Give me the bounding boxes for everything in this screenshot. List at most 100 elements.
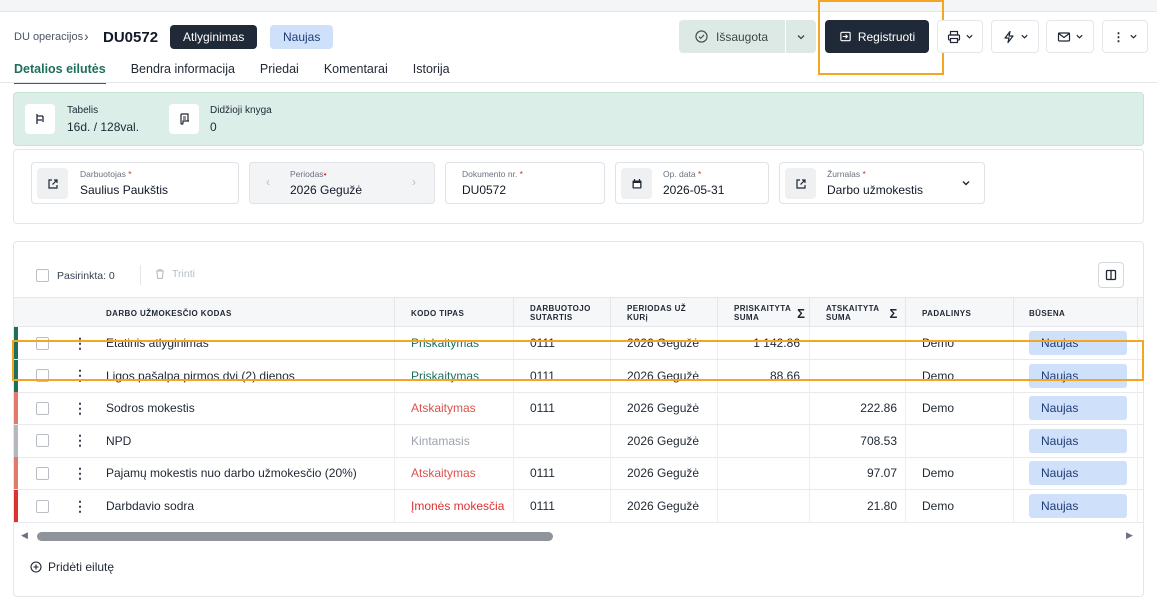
- status-badge[interactable]: Naujas: [1029, 494, 1127, 518]
- row-checkbox[interactable]: [36, 401, 49, 415]
- row-type-indicator: [14, 359, 18, 392]
- row-checkbox[interactable]: [36, 466, 49, 480]
- row-checkbox[interactable]: [36, 434, 49, 448]
- cell-divider: [1137, 359, 1138, 392]
- cell-divider: [905, 457, 906, 490]
- tab-history[interactable]: Istorija: [413, 62, 450, 84]
- cell-deducted: [812, 327, 897, 359]
- cell-unit: Demo: [922, 368, 955, 383]
- row-menu-icon[interactable]: ⋮: [73, 392, 87, 424]
- cell-divider: [394, 490, 395, 522]
- register-button[interactable]: Registruoti: [825, 20, 929, 53]
- actions-button[interactable]: [991, 20, 1039, 53]
- journal-field[interactable]: Žurnalas * Darbo užmokestis: [779, 162, 985, 204]
- cell-divider: [1013, 457, 1014, 490]
- cell-divider: [610, 424, 611, 457]
- status-badge[interactable]: Naujas: [1029, 331, 1127, 355]
- tabs-divider: [0, 82, 1157, 83]
- status-badge[interactable]: Naujas: [1029, 396, 1127, 421]
- tab-attachments[interactable]: Priedai: [260, 62, 299, 84]
- cell-divider: [513, 359, 514, 392]
- breadcrumb[interactable]: DU operacijos: [14, 31, 83, 43]
- cell-code-type: Kintamasis: [411, 433, 470, 448]
- cell-divider: [394, 359, 395, 392]
- cell-divider: [905, 392, 906, 425]
- scroll-right-icon[interactable]: ▶: [1126, 530, 1133, 541]
- external-link-icon[interactable]: [785, 168, 816, 199]
- docnr-value: DU0572: [462, 183, 507, 197]
- selected-count: Pasirinkta: 0: [57, 269, 115, 282]
- cell-divider: [610, 457, 611, 490]
- journal-label: Žurnalas *: [827, 169, 866, 179]
- more-button[interactable]: ⋮: [1102, 20, 1148, 53]
- docnr-field[interactable]: Dokumento nr. * DU0572: [445, 162, 605, 204]
- tab-comments[interactable]: Komentarai: [324, 62, 388, 84]
- status-badge[interactable]: Naujas: [1029, 461, 1127, 486]
- row-checkbox[interactable]: [36, 336, 49, 350]
- row-checkbox[interactable]: [36, 369, 49, 383]
- col-period[interactable]: PERIODAS UŽ KURį: [627, 298, 686, 328]
- row-menu-icon[interactable]: ⋮: [73, 490, 87, 522]
- status-badge[interactable]: Naujas: [1029, 428, 1127, 453]
- journal-value: Darbo užmokestis: [827, 183, 924, 197]
- row-menu-icon[interactable]: ⋮: [73, 360, 87, 392]
- columns-button[interactable]: [1098, 262, 1124, 288]
- row-menu-icon[interactable]: ⋮: [73, 327, 87, 359]
- cell-unit: Demo: [922, 499, 955, 513]
- chevron-down-icon[interactable]: [961, 178, 971, 188]
- col-unit[interactable]: PADALINYS: [922, 298, 971, 328]
- print-button[interactable]: [937, 20, 983, 53]
- col-status[interactable]: BŪSENA: [1029, 298, 1065, 328]
- row-checkbox-cell: [36, 490, 49, 522]
- table-row[interactable]: ⋮ Pajamų mokestis nuo darbo užmokesčio (2…: [14, 457, 1143, 491]
- table-row[interactable]: ⋮ Ligos pašalpa pirmos dvi (2) dienos Pris…: [14, 359, 1143, 393]
- col-code-type[interactable]: KODO TIPAS: [411, 298, 464, 328]
- cell-code-type: Priskaitymas: [411, 336, 480, 350]
- saved-button[interactable]: Išsaugota: [679, 20, 785, 53]
- table-row[interactable]: ⋮ NPD Kintamasis 2026 Gegužė 708.53 Naujas: [14, 424, 1143, 458]
- col-accrued[interactable]: PRISKAITYTA SUMA Σ: [734, 298, 805, 328]
- status-badge[interactable]: Naujas: [1029, 363, 1127, 388]
- table-row[interactable]: ⋮ Darbdavio sodra Įmonės mokesčia 0111 2026 …: [14, 490, 1143, 523]
- select-all-checkbox[interactable]: [36, 269, 49, 282]
- cell-status: Naujas: [1029, 360, 1127, 392]
- cell-divider: [905, 327, 906, 359]
- period-prev-icon[interactable]: ‹: [266, 175, 270, 189]
- email-button[interactable]: [1046, 20, 1094, 53]
- table-row[interactable]: ⋮ Sodros mokestis Atskaitymas 0111 2026 Gegu…: [14, 392, 1143, 426]
- printer-icon: [947, 30, 960, 43]
- register-label: Registruoti: [857, 29, 916, 44]
- table-row[interactable]: ⋮ Etatinis atlyginimas Priskaitymas 0111 202…: [14, 327, 1143, 360]
- cell-accrued: [720, 490, 800, 522]
- col-contract[interactable]: DARBUOTOJO SUTARTIS: [530, 298, 591, 328]
- external-link-icon[interactable]: [37, 168, 68, 199]
- opdate-field[interactable]: Op. data * 2026-05-31: [615, 162, 769, 204]
- delete-label: Trinti: [172, 268, 195, 280]
- tab-general[interactable]: Bendra informacija: [131, 62, 235, 84]
- trash-icon: [156, 269, 164, 280]
- col-deducted[interactable]: ATSKAITYTA SUMA Σ: [826, 298, 898, 328]
- saved-dropdown[interactable]: [786, 20, 816, 53]
- tab-details[interactable]: Detalios eilutės: [14, 62, 106, 84]
- period-field[interactable]: ‹ Periodas• 2026 Gegužė ›: [249, 162, 435, 204]
- add-row-button[interactable]: Pridėti eilutę: [30, 560, 114, 574]
- row-menu-icon[interactable]: ⋮: [73, 425, 87, 457]
- scroll-left-icon[interactable]: ◀: [21, 530, 28, 541]
- employee-field[interactable]: Darbuotojas * Saulius Paukštis: [31, 162, 239, 204]
- chevron-down-icon: [1075, 34, 1083, 39]
- sum-icon: Σ: [889, 305, 898, 321]
- row-menu-icon[interactable]: ⋮: [73, 457, 87, 489]
- calendar-icon[interactable]: [621, 168, 652, 199]
- horizontal-scrollbar[interactable]: ◀ ▶: [14, 529, 1143, 543]
- col-code[interactable]: DARBO UŽMOKESČIO KODAS: [106, 298, 232, 328]
- cell-divider: [717, 392, 718, 425]
- document-page: DU operacijos › DU0572 Atlyginimas Nauja…: [0, 0, 1157, 597]
- period-next-icon[interactable]: ›: [412, 175, 416, 189]
- register-icon: [840, 31, 851, 42]
- row-checkbox[interactable]: [36, 499, 49, 513]
- cell-divider: [513, 327, 514, 359]
- cell-period: 2026 Gegužė: [627, 466, 700, 481]
- delete-button[interactable]: Trinti: [154, 268, 195, 280]
- scrollbar-thumb[interactable]: [37, 532, 553, 541]
- cell-code: Sodros mokestis: [106, 401, 195, 416]
